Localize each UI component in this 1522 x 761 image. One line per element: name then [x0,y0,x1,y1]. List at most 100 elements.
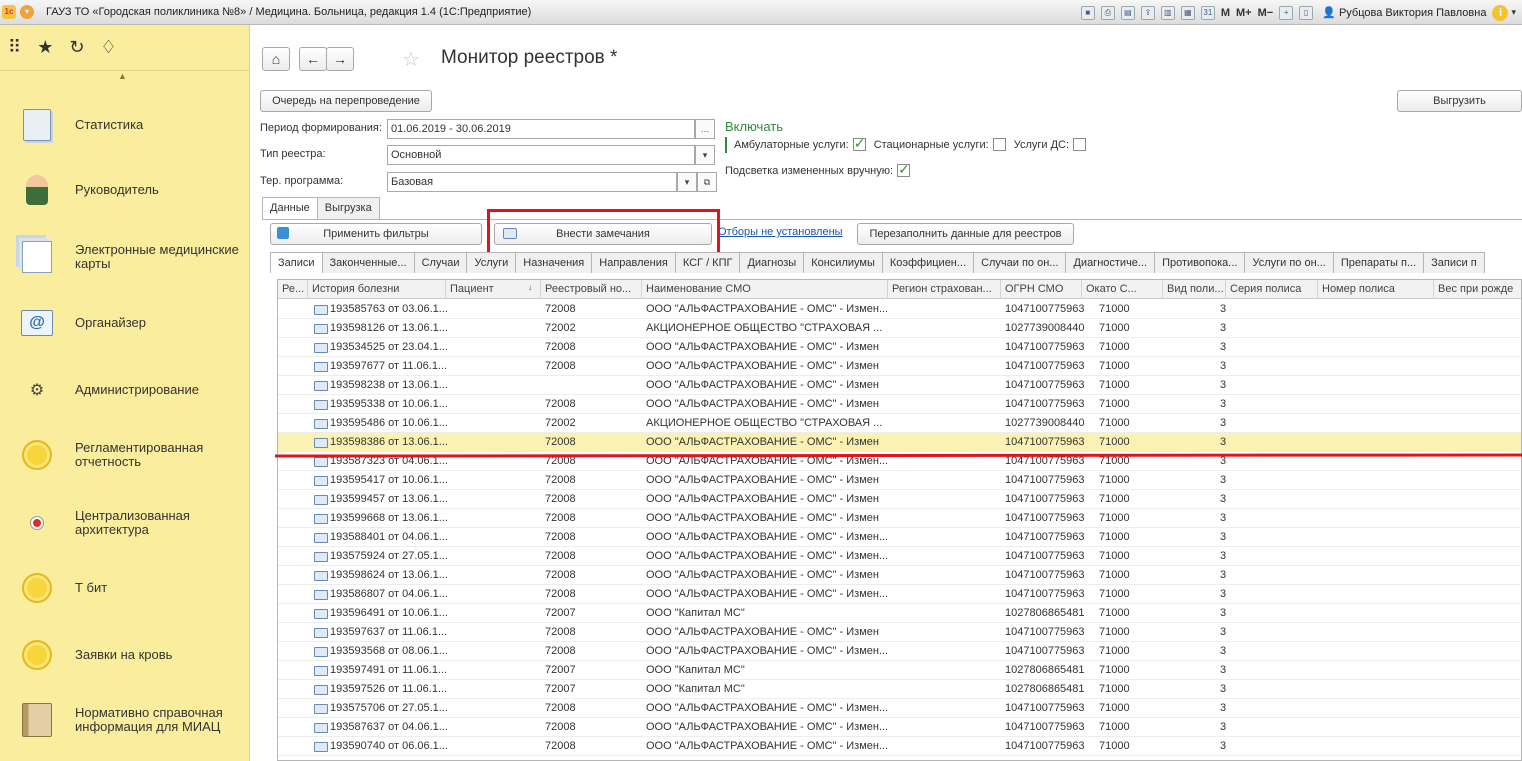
subtab-assignments[interactable]: Назначения [515,252,593,273]
current-user[interactable]: 👤 Рубцова Виктория Павловна [1322,6,1486,19]
subtab-onco-services[interactable]: Услуги по он... [1244,252,1334,273]
sidebar-item-blood-requests[interactable]: Заявки на кровь [0,637,250,673]
table-row[interactable]: 193587637 от 04.06.1... 72008 ООО "АЛЬФАСТ… [278,718,1521,737]
table-row[interactable]: 193599457 от 13.06.1... 72008 ООО "АЛЬФАСТ… [278,490,1521,509]
col-header[interactable]: История болезни [308,280,446,299]
back-button[interactable]: ← [299,47,327,71]
print-icon[interactable]: ⎙ [1100,5,1115,20]
chevron-down-icon[interactable]: ▾ [1511,7,1516,18]
info-icon[interactable]: i [1492,4,1509,21]
table-row[interactable]: 193593568 от 08.06.1... 72008 ООО "АЛЬФАСТ… [278,642,1521,661]
subtab-diagnoses[interactable]: Диагнозы [739,252,805,273]
table-row[interactable]: 193590740 от 06.06.1... 72008 ООО "АЛЬФАСТ… [278,737,1521,756]
period-select-button[interactable]: … [695,119,715,139]
tab-data[interactable]: Данные [262,197,318,220]
subtab-contraindications[interactable]: Противопока... [1154,252,1246,273]
sidebar-item-statistics[interactable]: Статистика [0,107,250,143]
subtab-completed[interactable]: Законченные... [321,252,415,273]
chevron-down-icon[interactable]: ▾ [695,145,715,165]
table-row[interactable]: 193534525 от 23.04.1... 72008 ООО "АЛЬФАСТ… [278,338,1521,357]
bell-icon[interactable]: ♢ [100,37,116,58]
scroll-up-icon[interactable]: ▲ [118,71,127,81]
subtab-records-more[interactable]: Записи п [1423,252,1485,273]
refill-button[interactable]: Перезаполнить данные для реестров [857,223,1074,245]
subtab-diagnostics[interactable]: Диагностиче... [1065,252,1156,273]
main-menu-icon[interactable]: ▾ [20,5,34,19]
table-row[interactable]: 193597526 от 11.06.1... 72007 ООО "Капитал… [278,680,1521,699]
col-header[interactable]: Реестровый но... [541,280,642,299]
tab-export[interactable]: Выгрузка [316,197,380,219]
sidebar-item-organizer[interactable]: @ Органайзер [0,305,250,341]
history-icon[interactable]: ↻ [69,37,84,58]
table-row[interactable]: 193575706 от 27.05.1... 72008 ООО "АЛЬФАСТ… [278,699,1521,718]
ds-checkbox[interactable] [1073,138,1087,151]
period-field[interactable]: 01.06.2019 - 30.06.2019 [387,119,695,139]
apps-grid-icon[interactable]: ⠿ [8,37,21,58]
col-header[interactable]: Регион страхован... [888,280,1001,299]
col-header[interactable]: Пациент [446,280,541,299]
sidebar-item-t-bit[interactable]: Т бит [0,570,250,606]
preview-icon[interactable]: ▤ [1120,5,1135,20]
forward-button[interactable]: → [326,47,354,71]
subtab-onco-cases[interactable]: Случаи по он... [973,252,1067,273]
memory-mplus-button[interactable]: M+ [1236,7,1252,19]
favorites-star-icon[interactable]: ★ [37,37,53,58]
table-row[interactable]: 193595417 от 10.06.1... 72008 ООО "АЛЬФАСТ… [278,471,1521,490]
scan-icon[interactable]: ▥ [1160,5,1175,20]
col-header[interactable]: Наименование СМО [642,280,888,299]
table-row[interactable]: 193585763 от 03.06.1... 72008 ООО "АЛЬФАСТ… [278,300,1521,319]
memory-mminus-button[interactable]: M− [1258,7,1274,19]
col-header[interactable]: Ре... [278,280,308,299]
table-row[interactable]: 193597677 от 11.06.1... 72008 ООО "АЛЬФАСТ… [278,357,1521,376]
table-row[interactable]: 193597637 от 11.06.1... 72008 ООО "АЛЬФАСТ… [278,623,1521,642]
requeue-button[interactable]: Очередь на перепроведение [260,90,432,112]
chevron-down-icon[interactable]: ▾ [677,172,697,192]
highlight-checkbox[interactable] [897,161,911,178]
sidebar-item-centralized-architecture[interactable]: Централизованная архитектура [0,503,250,543]
col-header[interactable]: Серия полиса [1226,280,1318,299]
table-row[interactable]: 193597491 от 11.06.1... 72007 ООО "Капитал… [278,661,1521,680]
sidebar-item-reporting[interactable]: Регламентированная отчетность [0,435,250,475]
subtab-drugs[interactable]: Препараты п... [1332,252,1425,273]
col-header[interactable]: Вес при рожде [1434,280,1521,299]
subtab-consiliums[interactable]: Консилиумы [803,252,883,273]
table-row[interactable]: 193586807 от 04.06.1... 72008 ООО "АЛЬФАСТ… [278,585,1521,604]
table-row[interactable]: 193598386 от 13.06.1... 72008 ООО "АЛЬФАСТ… [278,433,1521,452]
subtab-records[interactable]: Записи [270,252,323,273]
table-row[interactable]: 193599668 от 13.06.1... 72008 ООО "АЛЬФАСТ… [278,509,1521,528]
col-header[interactable]: Номер полиса [1318,280,1434,299]
col-header[interactable]: ОГРН СМО [1001,280,1082,299]
type-select[interactable]: Основной [387,145,695,165]
program-select[interactable]: Базовая [387,172,677,192]
memory-m-button[interactable]: M [1221,7,1230,19]
calendar-icon[interactable]: 31 [1200,5,1215,20]
home-button[interactable]: ⌂ [262,47,290,71]
table-row[interactable]: 193575924 от 27.05.1... 72008 ООО "АЛЬФАСТ… [278,547,1521,566]
ambulatory-checkbox[interactable] [852,135,866,152]
panels-icon[interactable]: ▯ [1299,5,1314,20]
favorite-star-icon[interactable]: ☆ [402,47,420,72]
subtab-services[interactable]: Услуги [466,252,517,273]
save-icon[interactable]: ■ [1080,5,1095,20]
export-button[interactable]: Выгрузить [1397,90,1522,112]
table-row[interactable]: 193598624 от 13.06.1... 72008 ООО "АЛЬФАСТ… [278,566,1521,585]
table-row[interactable]: 193598126 от 13.06.1... 72002 АКЦИОНЕРНОЕ … [278,319,1521,338]
table-row[interactable]: 193598238 от 13.06.1... ООО "АЛЬФАСТРАХОВ… [278,376,1521,395]
col-header[interactable]: Окато С... [1082,280,1163,299]
sidebar-item-administration[interactable]: ⚙ Администрирование [0,372,250,408]
open-icon[interactable]: ⧉ [697,172,717,192]
table-row[interactable]: 193596491 от 10.06.1... 72007 ООО "Капитал… [278,604,1521,623]
apply-filters-button[interactable]: Применить фильтры [270,223,482,245]
calculator-icon[interactable]: ▦ [1180,5,1195,20]
subtab-ksg[interactable]: КСГ / КПГ [674,252,741,273]
sidebar-item-manager[interactable]: Руководитель [0,172,250,208]
sidebar-item-medical-cards[interactable]: Электронные медицинские карты [0,237,250,277]
col-header[interactable]: Вид поли... [1163,280,1226,299]
subtab-coefficients[interactable]: Коэффициен... [881,252,975,273]
table-row[interactable]: 193595486 от 10.06.1... 72002 АКЦИОНЕРНОЕ … [278,414,1521,433]
table-row[interactable]: 193588401 от 04.06.1... 72008 ООО "АЛЬФАСТ… [278,528,1521,547]
filters-link[interactable]: Отборы не установлены [718,226,843,238]
zoom-icon[interactable]: + [1279,5,1294,20]
subtab-cases[interactable]: Случаи [413,252,468,273]
table-row[interactable]: 193595338 от 10.06.1... 72008 ООО "АЛЬФАСТ… [278,395,1521,414]
